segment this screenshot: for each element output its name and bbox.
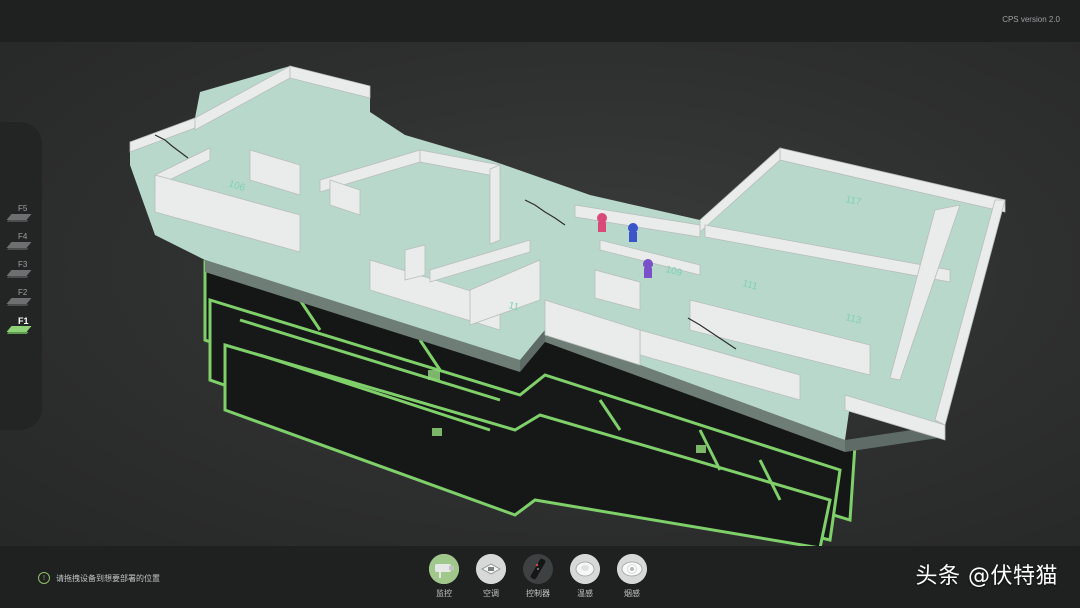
device-controller[interactable]: 控制器	[522, 554, 554, 599]
floor-item-f5[interactable]: F5	[0, 204, 42, 232]
device-smoke-detector[interactable]: 烟感	[616, 554, 648, 599]
hint-text: 请拖拽设备到想要部署的位置	[56, 573, 160, 583]
floor-plate-icon	[6, 298, 32, 304]
watermark: 头条 @伏特猫	[915, 564, 1058, 589]
device-temperature-sensor[interactable]: 温感	[569, 554, 601, 599]
floor-label: F5	[18, 204, 28, 213]
floor-plate-icon	[6, 214, 32, 220]
floor-label: F4	[18, 232, 28, 241]
floor-item-f1[interactable]: F1	[0, 316, 42, 344]
floor-plate-icon	[6, 270, 32, 276]
bottom-toolbar: ! 请拖拽设备到想要部署的位置 监控 空调 控制器 温感 烟感 头条 @伏特猫	[0, 546, 1080, 608]
floor-plate-icon	[6, 242, 32, 248]
floor-list: F5 F4 F3 F2 F1	[0, 204, 42, 344]
top-bar: CPS version 2.0	[0, 0, 1080, 42]
device-label: 监控	[436, 589, 452, 598]
device-label: 温感	[577, 589, 593, 598]
floor-plate-icon	[6, 326, 32, 332]
device-label: 控制器	[526, 589, 550, 598]
temperature-sensor-icon[interactable]	[570, 554, 600, 584]
version-label: CPS version 2.0	[1002, 15, 1060, 24]
info-icon: !	[38, 572, 50, 584]
floor-selector-panel: F5 F4 F3 F2 F1	[0, 122, 42, 430]
floor-item-f4[interactable]: F4	[0, 232, 42, 260]
floor-label: F3	[18, 260, 28, 269]
floor-label: F1	[18, 316, 29, 326]
controller-icon[interactable]	[523, 554, 553, 584]
floor-item-f2[interactable]: F2	[0, 288, 42, 316]
smoke-detector-icon[interactable]	[617, 554, 647, 584]
deploy-hint: ! 请拖拽设备到想要部署的位置	[38, 572, 160, 584]
floor-label: F2	[18, 288, 28, 297]
building-3d-model[interactable]: 106 117 111 113 109 11	[0, 42, 1080, 546]
device-label: 烟感	[624, 589, 640, 598]
3d-viewport[interactable]: 106 117 111 113 109 11	[0, 42, 1080, 546]
floor-item-f3[interactable]: F3	[0, 260, 42, 288]
device-palette: 监控 空调 控制器 温感 烟感	[428, 554, 648, 599]
device-camera[interactable]: 监控	[428, 554, 460, 599]
camera-icon[interactable]	[429, 554, 459, 584]
device-label: 空调	[483, 589, 499, 598]
device-air-conditioner[interactable]: 空调	[475, 554, 507, 599]
air-conditioner-icon[interactable]	[476, 554, 506, 584]
